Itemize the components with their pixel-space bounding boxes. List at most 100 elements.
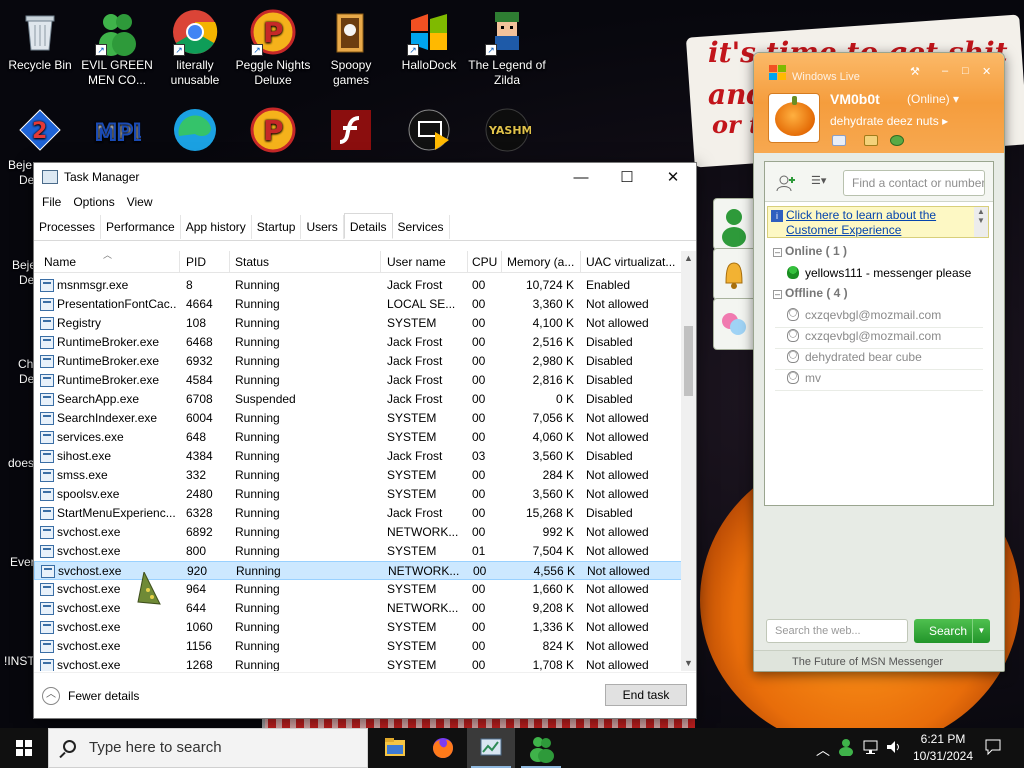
column-divider[interactable] — [179, 251, 180, 273]
table-row[interactable]: svchost.exe 644 Running NETWORK... 00 9,208 K… — [34, 599, 682, 618]
desktop-icon-bejeweled[interactable]: 2 — [0, 106, 80, 156]
tab-services[interactable]: Services — [393, 215, 450, 239]
banner-scroll-icon[interactable]: ▲ ▼ — [974, 207, 988, 237]
desktop-icon-recycle-bin[interactable]: Recycle Bin — [0, 8, 80, 73]
table-row[interactable]: svchost.exe 1156 Running SYSTEM 00 824 K Not a… — [34, 637, 682, 656]
customer-experience-link[interactable]: Click here to learn about the Customer E… — [786, 208, 971, 238]
group-online[interactable]: – Online ( 1 ) — [773, 244, 847, 258]
column-divider[interactable] — [580, 251, 581, 273]
msn-close-button[interactable]: ✕ — [982, 65, 991, 78]
table-row[interactable]: RuntimeBroker.exe 4584 Running Jack Frost 00… — [34, 371, 682, 390]
start-button[interactable] — [0, 728, 48, 768]
msn-minimize-button[interactable]: – — [942, 65, 948, 77]
tab-processes[interactable]: Processes — [34, 215, 102, 239]
desktop-icon-hallodock[interactable]: ↗ HalloDock — [389, 8, 469, 73]
table-row[interactable]: services.exe 648 Running SYSTEM 00 4,060 K Not… — [34, 428, 682, 447]
desktop-icon-flash[interactable] — [311, 106, 391, 156]
contact-item[interactable]: dehydrated bear cube — [787, 350, 922, 364]
contact-item[interactable]: cxzqevbgl@mozmail.com — [787, 308, 941, 322]
column-header-cpu[interactable]: CPU — [472, 255, 500, 269]
table-row[interactable]: svchost.exe 964 Running SYSTEM 00 1,660 K Not … — [34, 580, 682, 599]
desktop-icon-peggle[interactable]: P ↗ Peggle Nights Deluxe — [233, 8, 313, 88]
column-divider[interactable] — [501, 251, 502, 273]
vertical-scrollbar[interactable]: ▲ ▼ — [681, 251, 696, 671]
menu-view[interactable]: View — [121, 195, 159, 209]
table-row[interactable]: SearchIndexer.exe 6004 Running SYSTEM 00 7,05… — [34, 409, 682, 428]
table-row[interactable]: StartMenuExperienc... 6328 Running Jack Fro… — [34, 504, 682, 523]
display-name[interactable]: VM0b0t — [830, 91, 880, 107]
tab-app-history[interactable]: App history — [181, 215, 252, 239]
taskbar-messenger[interactable] — [517, 728, 565, 768]
desktop-icon-yashma[interactable]: YASHMA — [467, 106, 547, 156]
table-row[interactable]: Registry 108 Running SYSTEM 00 4,100 K Not all… — [34, 314, 682, 333]
taskbar-file-explorer[interactable] — [371, 728, 419, 768]
column-header-user[interactable]: User name — [387, 255, 467, 269]
menu-options[interactable]: Options — [67, 195, 120, 209]
table-row[interactable]: sihost.exe 4384 Running Jack Frost 03 3,560 K… — [34, 447, 682, 466]
column-divider[interactable] — [467, 251, 468, 273]
minimize-button[interactable]: — — [558, 163, 604, 191]
column-header-uac[interactable]: UAC virtualizat... — [586, 255, 678, 269]
msn-side-tab-contacts[interactable] — [713, 198, 753, 250]
scroll-up-arrow-icon[interactable]: ▲ — [681, 251, 696, 266]
fewer-details-button[interactable]: ︿ Fewer details — [42, 687, 139, 705]
web-search-input[interactable]: Search the web... — [766, 619, 908, 643]
avatar[interactable] — [768, 93, 820, 143]
table-row[interactable]: spoolsv.exe 2480 Running SYSTEM 00 3,560 K Not… — [34, 485, 682, 504]
table-row[interactable]: RuntimeBroker.exe 6468 Running Jack Frost 00… — [34, 333, 682, 352]
table-row[interactable]: svchost.exe 800 Running SYSTEM 01 7,504 K Not … — [34, 542, 682, 561]
table-row[interactable]: msnmsgr.exe 8 Running Jack Frost 00 10,724 K E… — [34, 276, 682, 295]
column-divider[interactable] — [229, 251, 230, 273]
close-button[interactable]: ✕ — [650, 163, 696, 191]
desktop-icon-remote[interactable] — [389, 106, 469, 156]
task-manager-window[interactable]: Task Manager — ☐ ✕ File Options View Pro… — [33, 162, 697, 719]
folder-icon[interactable] — [864, 135, 878, 146]
table-row[interactable]: svchost.exe 6892 Running NETWORK... 00 992 K N… — [34, 523, 682, 542]
desktop-icon-chrome[interactable]: ↗ literally unusable — [155, 8, 235, 88]
column-divider[interactable] — [380, 251, 381, 273]
title-bar[interactable]: Task Manager — ☐ ✕ — [34, 163, 696, 191]
desktop-icon-mpl[interactable]: MPL — [77, 106, 157, 156]
msn-side-tab-alerts[interactable] — [713, 248, 753, 300]
desktop-icon-zilda[interactable]: ↗ The Legend of Zilda — [467, 8, 547, 88]
chevron-down-icon[interactable]: ▼ — [972, 619, 990, 643]
end-task-button[interactable]: End task — [605, 684, 687, 706]
desktop-icon-evil-green-men[interactable]: ↗ EVIL GREEN MEN CO... — [77, 8, 157, 88]
desktop-icon-peggle-2[interactable]: P — [233, 106, 313, 156]
group-offline[interactable]: – Offline ( 4 ) — [773, 286, 848, 300]
column-header-memory[interactable]: Memory (a... — [507, 255, 577, 269]
web-search-button[interactable]: Search ▼ — [914, 619, 990, 643]
notifications-icon[interactable] — [984, 738, 1002, 759]
tab-details[interactable]: Details — [343, 213, 393, 239]
status-selector[interactable]: (Online) ▾ — [907, 92, 959, 106]
taskbar-task-manager[interactable] — [467, 728, 515, 768]
table-row[interactable]: svchost.exe 1268 Running SYSTEM 00 1,708 K Not… — [34, 656, 682, 671]
tray-overflow-icon[interactable]: ︿ — [816, 740, 830, 760]
column-header-status[interactable]: Status — [235, 255, 380, 269]
volume-icon[interactable] — [885, 738, 903, 759]
desktop-icon-spoopy-games[interactable]: Spoopy games — [311, 8, 391, 88]
column-header-pid[interactable]: PID — [186, 255, 231, 269]
mail-icon[interactable] — [832, 135, 846, 146]
taskbar-firefox[interactable] — [419, 728, 467, 768]
add-contact-icon[interactable] — [775, 174, 797, 192]
table-row[interactable]: smss.exe 332 Running SYSTEM 00 284 K Not allow… — [34, 466, 682, 485]
tab-users[interactable]: Users — [301, 215, 344, 239]
desktop-icon-edge[interactable] — [155, 106, 235, 156]
menu-file[interactable]: File — [36, 195, 67, 209]
scroll-down-arrow-icon[interactable]: ▼ — [681, 656, 696, 671]
msn-side-tab-social[interactable] — [713, 298, 753, 350]
tab-performance[interactable]: Performance — [101, 215, 181, 239]
messenger-window[interactable]: Windows Live ⚒ – □ ✕ VM0b0t (Online) ▾ d… — [753, 52, 1005, 672]
contact-item[interactable]: yellows111 - messenger please — [787, 266, 971, 280]
table-row[interactable]: svchost.exe 920 Running NETWORK... 00 4,556 K… — [34, 561, 682, 580]
view-options-icon[interactable]: ☰▾ — [811, 174, 833, 192]
table-row[interactable]: SearchApp.exe 6708 Suspended Jack Frost 00 0 … — [34, 390, 682, 409]
taskbar-search-box[interactable]: Type here to search — [48, 728, 368, 768]
globe-icon[interactable] — [890, 135, 904, 146]
msn-maximize-button[interactable]: □ — [962, 65, 969, 77]
table-row[interactable]: PresentationFontCac... 4664 Running LOCAL S… — [34, 295, 682, 314]
contact-item[interactable]: mv — [787, 371, 821, 385]
contact-item[interactable]: cxzqevbgl@mozmail.com — [787, 329, 941, 343]
find-contact-input[interactable]: Find a contact or number — [843, 170, 985, 196]
